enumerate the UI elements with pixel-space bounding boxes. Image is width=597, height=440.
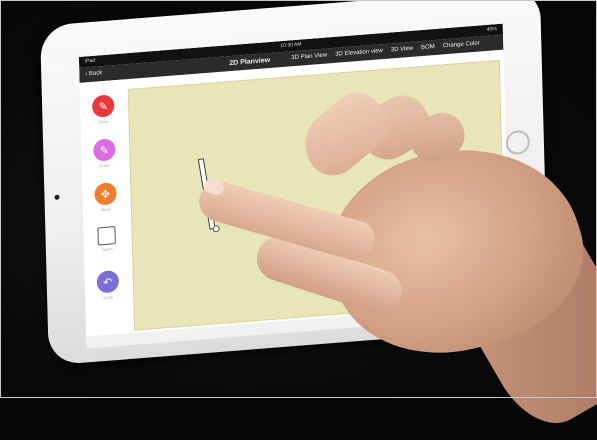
image-border <box>0 0 597 398</box>
